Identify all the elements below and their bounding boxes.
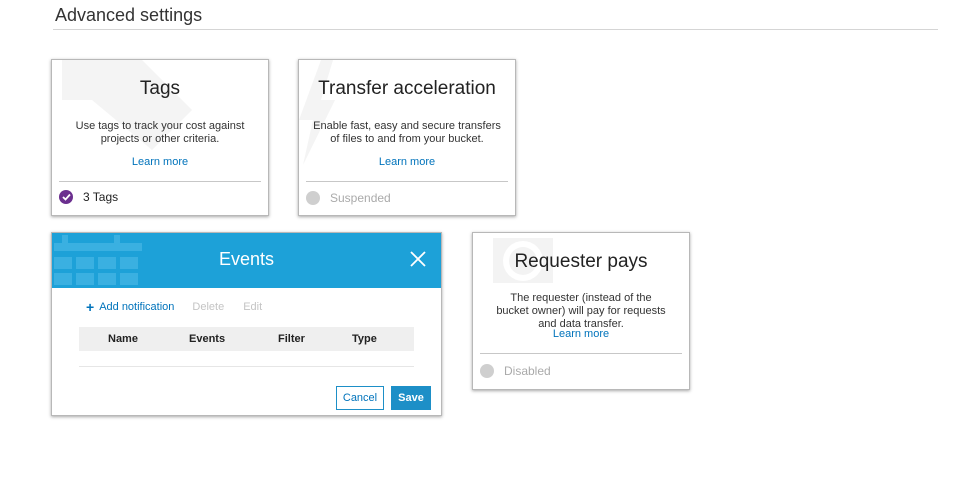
card-description: Use tags to track your cost against proj… bbox=[75, 120, 245, 145]
events-toolbar: + Add notification Delete Edit bbox=[86, 298, 281, 315]
transfer-status: Suspended bbox=[306, 191, 391, 205]
add-notification-label: Add notification bbox=[99, 301, 175, 313]
cancel-button[interactable]: Cancel bbox=[336, 386, 384, 410]
card-title: Requester pays bbox=[514, 251, 648, 272]
tags-status: 3 Tags bbox=[59, 190, 118, 204]
card-title: Tags bbox=[139, 78, 181, 99]
card-divider bbox=[306, 181, 508, 182]
column-header-filter[interactable]: Filter bbox=[278, 333, 305, 345]
column-header-type[interactable]: Type bbox=[352, 333, 377, 345]
tags-card[interactable]: Tags Use tags to track your cost against… bbox=[51, 59, 269, 216]
requester-status: Disabled bbox=[480, 364, 551, 378]
requester-pays-card[interactable]: Requester pays The requester (instead of… bbox=[472, 232, 690, 390]
card-description: Enable fast, easy and secure transfers o… bbox=[313, 120, 501, 145]
status-text: Suspended bbox=[330, 191, 391, 205]
column-header-name[interactable]: Name bbox=[108, 333, 138, 345]
events-table-header: Name Events Filter Type bbox=[79, 327, 414, 351]
section-divider bbox=[53, 29, 938, 30]
table-divider bbox=[79, 366, 414, 367]
plus-icon: + bbox=[86, 298, 95, 315]
status-text: 3 Tags bbox=[83, 190, 119, 204]
add-notification-button[interactable]: + Add notification bbox=[86, 298, 175, 315]
status-dot-icon bbox=[480, 364, 494, 378]
lightning-icon bbox=[299, 60, 335, 165]
column-header-events[interactable]: Events bbox=[189, 333, 225, 345]
transfer-acceleration-card[interactable]: Transfer acceleration Enable fast, easy … bbox=[298, 59, 516, 216]
delete-button[interactable]: Delete bbox=[192, 301, 224, 313]
card-description: The requester (instead of the bucket own… bbox=[496, 292, 666, 330]
card-divider bbox=[59, 181, 261, 182]
status-dot-icon bbox=[306, 191, 320, 205]
section-title: Advanced settings bbox=[55, 5, 203, 25]
close-icon[interactable] bbox=[409, 250, 427, 268]
status-text: Disabled bbox=[504, 364, 551, 378]
check-icon bbox=[59, 190, 73, 204]
events-title: Events bbox=[218, 249, 275, 269]
save-button[interactable]: Save bbox=[391, 386, 431, 410]
card-title: Transfer acceleration bbox=[318, 78, 496, 99]
learn-more-link[interactable]: Learn more bbox=[52, 156, 268, 168]
events-header: Events bbox=[52, 233, 441, 288]
events-panel: Events + Add notification Delete Edit Na… bbox=[51, 232, 442, 416]
learn-more-link[interactable]: Learn more bbox=[299, 156, 515, 168]
card-divider bbox=[480, 353, 682, 354]
learn-more-link[interactable]: Learn more bbox=[473, 328, 689, 340]
edit-button[interactable]: Edit bbox=[243, 301, 262, 313]
